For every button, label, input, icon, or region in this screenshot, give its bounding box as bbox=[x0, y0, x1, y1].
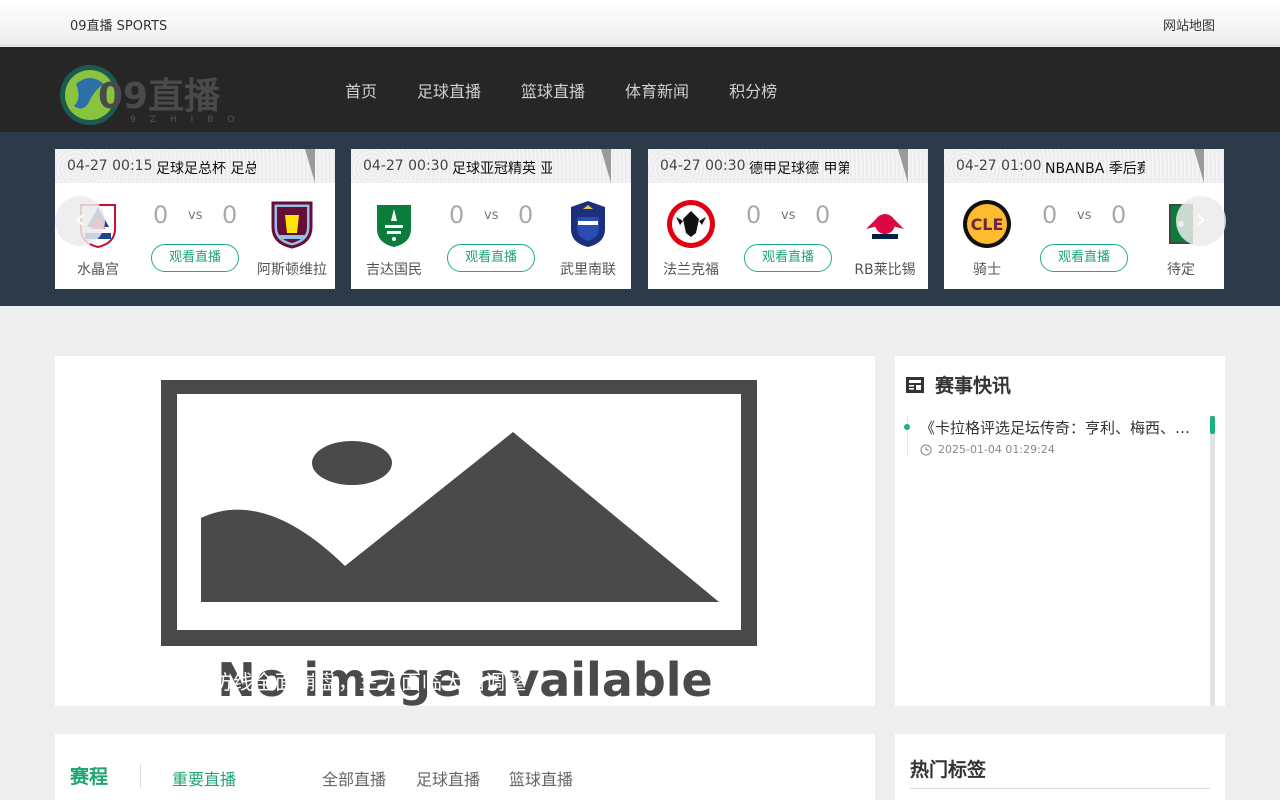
match-time: 04-27 00:15 bbox=[67, 158, 153, 174]
match-time: 04-27 00:30 bbox=[363, 158, 449, 174]
schedule-divider bbox=[140, 764, 141, 788]
away-team-name: 待定 bbox=[1167, 262, 1195, 278]
top-bar: 09直播 SPORTS 网站地图 bbox=[0, 0, 1280, 46]
home-score: 0 bbox=[1042, 201, 1058, 229]
match-card[interactable]: 04-27 00:30 足球亚冠精英 亚冠精英联赛 吉达国民 0 vs 0 武里… bbox=[351, 149, 631, 289]
away-team-name: 武里南联 bbox=[560, 262, 616, 278]
svg-text:09直播: 09直播 bbox=[98, 76, 221, 117]
carousel-prev-button[interactable]: ‹ bbox=[55, 196, 105, 246]
newspaper-icon bbox=[906, 377, 924, 393]
news-item-date: 2025-01-04 01:29:24 bbox=[938, 443, 1055, 456]
news-scrollbar-thumb[interactable] bbox=[1210, 416, 1215, 434]
news-panel: 赛事快讯 《卡拉格评选足坛传奇：亨利、梅西、C罗等名将上榜》 2025-01-0… bbox=[895, 356, 1225, 706]
home-score: 0 bbox=[153, 201, 169, 229]
home-team-name: 水晶宫 bbox=[77, 262, 119, 278]
vs-label: vs bbox=[781, 208, 796, 223]
schedule-panel: 赛程 重要直播 全部直播 足球直播 篮球直播 bbox=[55, 734, 875, 800]
al-ahli-logo bbox=[377, 205, 411, 247]
site-brand[interactable]: 09直播 SPORTS bbox=[70, 15, 167, 34]
schedule-title: 赛程 bbox=[70, 766, 109, 788]
header: 09直播 9ZHIBO 首页 足球直播 篮球直播 体育新闻 积分榜 bbox=[0, 47, 1280, 132]
vs-label: vs bbox=[1077, 208, 1092, 223]
watch-live-button[interactable]: 观看直播 bbox=[447, 244, 535, 272]
tab-important-live[interactable]: 重要直播 bbox=[172, 766, 236, 790]
match-league: 足球亚冠精英 亚冠精英联赛 bbox=[452, 161, 552, 177]
watch-live-button[interactable]: 观看直播 bbox=[1040, 244, 1128, 272]
tab-football-live[interactable]: 足球直播 bbox=[416, 766, 480, 790]
away-score: 0 bbox=[815, 201, 831, 229]
banner-caption[interactable]: 教士防线全面崩盘，主力面临大幅调整 bbox=[170, 666, 527, 695]
match-carousel: 04-27 00:15 足球足总杯 足总杯半决赛 水晶宫 0 vs 0 阿斯顿维… bbox=[0, 132, 1280, 306]
home-team-name: 法兰克福 bbox=[663, 262, 719, 278]
svg-text:9ZHIBO: 9ZHIBO bbox=[130, 115, 248, 125]
away-score: 0 bbox=[1111, 201, 1127, 229]
clock-icon bbox=[920, 444, 932, 456]
nav-sports-news[interactable]: 体育新闻 bbox=[625, 78, 689, 102]
buriram-united-logo bbox=[571, 201, 605, 247]
image-placeholder-icon: No image available bbox=[161, 380, 757, 706]
tab-basketball-live[interactable]: 篮球直播 bbox=[509, 766, 573, 790]
aston-villa-logo bbox=[271, 201, 313, 249]
svg-text:CLE: CLE bbox=[971, 215, 1004, 234]
tab-all-live[interactable]: 全部直播 bbox=[322, 766, 386, 790]
nav-basketball-live[interactable]: 篮球直播 bbox=[521, 78, 585, 102]
news-panel-title: 赛事快讯 bbox=[935, 375, 1012, 397]
watch-live-button[interactable]: 观看直播 bbox=[744, 244, 832, 272]
sitemap-link[interactable]: 网站地图 bbox=[1163, 15, 1215, 34]
timeline-dot bbox=[904, 424, 910, 430]
main-nav: 首页 足球直播 篮球直播 体育新闻 积分榜 bbox=[345, 78, 777, 102]
nav-football-live[interactable]: 足球直播 bbox=[417, 78, 481, 102]
away-team-name: RB莱比锡 bbox=[854, 262, 916, 278]
home-team-name: 骑士 bbox=[973, 262, 1001, 278]
eintracht-frankfurt-logo bbox=[667, 200, 715, 248]
match-card[interactable]: 04-27 00:30 德甲足球德 甲第31轮 法兰克福 0 vs 0 RB莱比… bbox=[648, 149, 928, 289]
site-logo[interactable]: 09直播 9ZHIBO bbox=[58, 64, 268, 126]
cavaliers-logo: CLE bbox=[963, 200, 1011, 248]
timeline-line bbox=[907, 416, 908, 456]
hot-tags-divider bbox=[910, 788, 1210, 789]
nav-standings[interactable]: 积分榜 bbox=[729, 78, 777, 102]
match-time: 04-27 01:00 bbox=[956, 158, 1042, 174]
rb-leipzig-logo bbox=[862, 213, 908, 239]
away-score: 0 bbox=[518, 201, 534, 229]
match-time: 04-27 00:30 bbox=[660, 158, 746, 174]
home-score: 0 bbox=[746, 201, 762, 229]
hot-tags-title: 热门标签 bbox=[910, 759, 987, 781]
carousel-next-button[interactable]: › bbox=[1176, 196, 1226, 246]
watch-live-button[interactable]: 观看直播 bbox=[151, 244, 239, 272]
hot-tags-panel: 热门标签 bbox=[895, 734, 1225, 800]
nav-home[interactable]: 首页 bbox=[345, 78, 377, 102]
news-item-title[interactable]: 《卡拉格评选足坛传奇：亨利、梅西、C罗等名将上榜》 bbox=[920, 417, 1192, 438]
home-team-name: 吉达国民 bbox=[366, 262, 422, 278]
away-team-name: 阿斯顿维拉 bbox=[257, 262, 327, 278]
match-league: 足球足总杯 足总杯半决赛 bbox=[156, 161, 256, 177]
match-league: NBANBA 季后赛首轮 bbox=[1045, 161, 1145, 177]
vs-label: vs bbox=[484, 208, 499, 223]
chevron-left-icon: ‹ bbox=[74, 202, 86, 235]
home-score: 0 bbox=[449, 201, 465, 229]
news-scrollbar[interactable] bbox=[1210, 416, 1215, 706]
away-score: 0 bbox=[222, 201, 238, 229]
vs-label: vs bbox=[188, 208, 203, 223]
match-league: 德甲足球德 甲第31轮 bbox=[749, 161, 849, 177]
featured-banner[interactable]: No image available 教士防线全面崩盘，主力面临大幅调整 bbox=[55, 356, 875, 706]
chevron-right-icon: › bbox=[1195, 202, 1207, 235]
